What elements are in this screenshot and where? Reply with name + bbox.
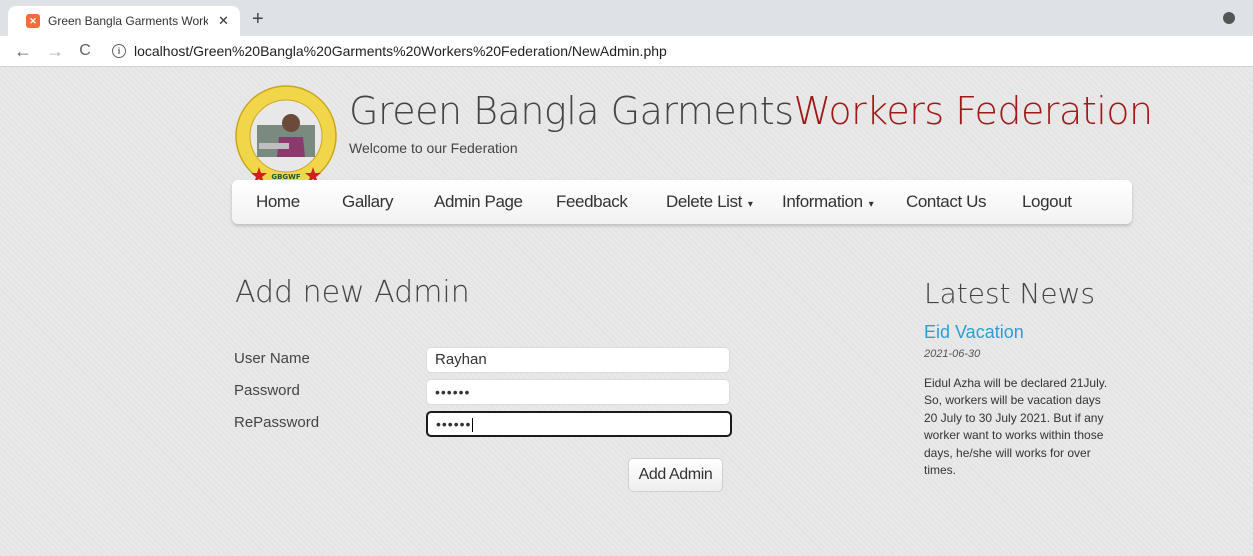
password-label: Password: [234, 382, 300, 399]
site-info-icon[interactable]: i: [112, 44, 126, 58]
tab-title: Green Bangla Garments Workers: [48, 14, 208, 28]
browser-tab[interactable]: ✕ Green Bangla Garments Workers ✕: [8, 6, 240, 36]
browser-addressbar: ← → C i localhost/Green%20Bangla%20Garme…: [0, 36, 1253, 67]
nav-admin-page[interactable]: Admin Page: [434, 180, 523, 224]
repassword-label: RePassword: [234, 414, 320, 431]
news-item-title[interactable]: Eid Vacation: [924, 322, 1024, 343]
username-input[interactable]: Rayhan: [426, 347, 730, 373]
news-item-date: 2021-06-30: [924, 348, 981, 360]
profile-icon[interactable]: [1223, 12, 1235, 24]
nav-information[interactable]: Information ▾: [782, 180, 874, 224]
news-heading: Latest News: [924, 277, 1096, 310]
xampp-favicon-icon: ✕: [26, 14, 40, 28]
nav-home[interactable]: Home: [256, 180, 300, 224]
password-input[interactable]: ••••••: [426, 379, 730, 405]
main-navbar: Home Gallary Admin Page Feedback Delete …: [232, 180, 1132, 224]
forward-icon[interactable]: →: [46, 41, 64, 62]
news-item-body: Eidul Azha will be declared 21July. So, …: [924, 376, 1108, 478]
new-tab-button[interactable]: +: [252, 8, 264, 31]
form-heading: Add new Admin: [235, 275, 470, 310]
nav-delete-list[interactable]: Delete List ▾: [666, 180, 753, 224]
chevron-down-icon: ▾: [747, 199, 753, 210]
site-title: Green Bangla GarmentsWorkers Federation: [349, 89, 1153, 133]
reload-icon[interactable]: C: [78, 42, 92, 60]
nav-contact-us[interactable]: Contact Us: [906, 180, 986, 224]
nav-gallary[interactable]: Gallary: [342, 180, 393, 224]
page-content: GBGWF Green Bangla GarmentsWorkers Feder…: [0, 67, 1253, 556]
chevron-down-icon: ▾: [868, 199, 874, 210]
repassword-input[interactable]: ••••••: [426, 411, 732, 437]
add-admin-button[interactable]: Add Admin: [628, 458, 723, 492]
federation-logo: GBGWF: [235, 85, 337, 187]
url-field[interactable]: localhost/Green%20Bangla%20Garments%20Wo…: [134, 43, 667, 59]
nav-logout[interactable]: Logout: [1022, 180, 1072, 224]
text-cursor: [472, 418, 474, 433]
username-label: User Name: [234, 350, 310, 367]
nav-feedback[interactable]: Feedback: [556, 180, 628, 224]
back-icon[interactable]: ←: [14, 41, 32, 62]
tab-close-icon[interactable]: ✕: [218, 13, 229, 29]
site-subtitle: Welcome to our Federation: [349, 140, 518, 156]
browser-tabstrip: ✕ Green Bangla Garments Workers ✕ +: [0, 0, 1253, 36]
